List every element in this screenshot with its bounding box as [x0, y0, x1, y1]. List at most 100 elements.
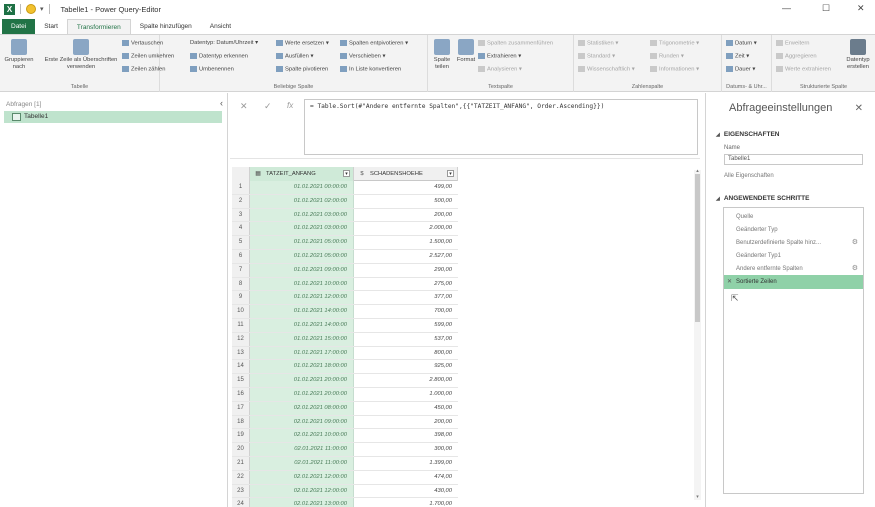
- fill-button[interactable]: Ausfüllen ▾: [276, 53, 313, 60]
- table-cell[interactable]: 01.01.2021 14:00:00: [250, 319, 354, 332]
- table-cell[interactable]: 01.01.2021 02:00:00: [250, 194, 354, 208]
- merge-columns-button[interactable]: Spalten zusammenführen: [478, 40, 553, 47]
- data-type-dropdown[interactable]: Datentyp: Datum/Uhrzeit ▾: [190, 40, 258, 46]
- table-row[interactable]: 18 02.01.2021 09:00:00 200,00: [232, 415, 458, 430]
- applied-step[interactable]: Quelle: [724, 210, 863, 224]
- smiley-feedback-icon[interactable]: [26, 4, 36, 14]
- column-filter-dropdown-icon[interactable]: ▾: [447, 170, 454, 177]
- extract-values-button[interactable]: Werte extrahieren: [776, 66, 831, 73]
- table-cell[interactable]: 700,00: [354, 305, 458, 318]
- applied-steps-section-header[interactable]: ◢ ANGEWENDETE SCHRITTE: [716, 195, 809, 202]
- table-row[interactable]: 15 01.01.2021 20:00:00 2.800,00: [232, 374, 458, 388]
- duration-button[interactable]: Dauer ▾: [726, 66, 755, 73]
- table-cell[interactable]: 01.01.2021 12:00:00: [250, 291, 354, 305]
- table-cell[interactable]: 499,00: [354, 181, 458, 194]
- convert-to-list-button[interactable]: In Liste konvertieren: [340, 66, 401, 73]
- gear-icon[interactable]: ⚙: [852, 236, 858, 250]
- statistics-button[interactable]: Statistiken ▾: [578, 40, 618, 47]
- all-properties-link[interactable]: Alle Eigenschaften: [724, 173, 774, 179]
- table-cell[interactable]: 377,00: [354, 291, 458, 304]
- table-cell[interactable]: 02.01.2021 10:00:00: [250, 429, 354, 443]
- table-row[interactable]: 20 02.01.2021 11:00:00 300,00: [232, 443, 458, 457]
- table-cell[interactable]: 537,00: [354, 333, 458, 346]
- table-row[interactable]: 17 02.01.2021 08:00:00 450,00: [232, 401, 458, 416]
- standard-button[interactable]: Standard ▾: [578, 53, 615, 60]
- table-row[interactable]: 16 01.01.2021 20:00:00 1.000,00: [232, 388, 458, 402]
- gear-icon[interactable]: ⚙: [852, 262, 858, 276]
- rounding-button[interactable]: Runden ▾: [650, 53, 684, 60]
- column-header-tatzeit-anfang[interactable]: ▦ TATZEIT_ANFANG ▾: [250, 167, 354, 181]
- table-cell[interactable]: 1.700,00: [354, 498, 458, 507]
- fx-icon[interactable]: fx: [287, 101, 293, 110]
- first-row-header-button[interactable]: Erste Zeile als Überschriften verwenden: [42, 39, 120, 71]
- query-name-input[interactable]: Tabelle1: [724, 154, 863, 165]
- table-cell[interactable]: 1.500,00: [354, 236, 458, 249]
- count-rows-button[interactable]: Zeilen zählen: [122, 66, 165, 73]
- table-row[interactable]: 12 01.01.2021 15:00:00 537,00: [232, 332, 458, 347]
- table-row[interactable]: 11 01.01.2021 14:00:00 599,00: [232, 319, 458, 333]
- cancel-formula-icon[interactable]: ✕: [240, 101, 248, 112]
- table-row[interactable]: 1 01.01.2021 00:00:00 499,00: [232, 181, 458, 195]
- vertical-scrollbar[interactable]: ▴ ▾: [694, 168, 701, 500]
- table-cell[interactable]: 500,00: [354, 195, 458, 208]
- table-cell[interactable]: 01.01.2021 10:00:00: [250, 277, 354, 291]
- table-cell[interactable]: 02.01.2021 13:00:00: [250, 498, 354, 507]
- grid-corner-table-icon[interactable]: [232, 167, 250, 181]
- scientific-button[interactable]: Wissenschaftlich ▾: [578, 66, 635, 73]
- table-cell[interactable]: 474,00: [354, 471, 458, 484]
- table-cell[interactable]: 01.01.2021 17:00:00: [250, 346, 354, 360]
- date-button[interactable]: Datum ▾: [726, 40, 757, 47]
- tab-add-column[interactable]: Spalte hinzufügen: [131, 19, 201, 34]
- tab-file[interactable]: Datei: [2, 19, 36, 34]
- table-cell[interactable]: 01.01.2021 03:00:00: [250, 222, 354, 236]
- table-row[interactable]: 4 01.01.2021 03:00:00 2.000,00: [232, 222, 458, 237]
- table-cell[interactable]: 02.01.2021 12:00:00: [250, 484, 354, 498]
- rename-button[interactable]: Umbenennen: [190, 66, 234, 73]
- table-cell[interactable]: 200,00: [354, 416, 458, 429]
- minimize-button[interactable]: —: [782, 3, 791, 13]
- unpivot-columns-button[interactable]: Spalten entpivotieren ▾: [340, 40, 408, 47]
- properties-section-header[interactable]: ◢ EIGENSCHAFTEN: [716, 131, 779, 138]
- table-cell[interactable]: 01.01.2021 05:00:00: [250, 250, 354, 263]
- table-cell[interactable]: 01.01.2021 03:00:00: [250, 208, 354, 222]
- tab-start[interactable]: Start: [35, 19, 67, 34]
- table-cell[interactable]: 599,00: [354, 319, 458, 332]
- column-header-schadenshoehe[interactable]: $ SCHADENSHOEHE ▾: [354, 167, 458, 181]
- table-cell[interactable]: 02.01.2021 11:00:00: [250, 457, 354, 470]
- table-cell[interactable]: 2.000,00: [354, 222, 458, 235]
- pivot-column-button[interactable]: Spalte pivotieren: [276, 66, 328, 73]
- scroll-down-arrow-icon[interactable]: ▾: [694, 494, 701, 500]
- table-row[interactable]: 22 02.01.2021 12:00:00 474,00: [232, 470, 458, 485]
- maximize-button[interactable]: ☐: [822, 3, 830, 14]
- table-cell[interactable]: 1.399,00: [354, 457, 458, 470]
- parse-button[interactable]: Analysieren ▾: [478, 66, 522, 73]
- close-pane-icon[interactable]: ✕: [855, 103, 863, 114]
- table-row[interactable]: 23 02.01.2021 12:00:00 430,00: [232, 484, 458, 499]
- quick-access-dropdown-icon[interactable]: ▾: [40, 5, 44, 13]
- table-cell[interactable]: 1.000,00: [354, 388, 458, 401]
- table-cell[interactable]: 01.01.2021 20:00:00: [250, 374, 354, 387]
- tab-view[interactable]: Ansicht: [201, 19, 240, 34]
- table-row[interactable]: 5 01.01.2021 05:00:00 1.500,00: [232, 236, 458, 250]
- delete-step-icon[interactable]: ✕: [727, 275, 732, 289]
- table-cell[interactable]: 275,00: [354, 278, 458, 291]
- table-cell[interactable]: 290,00: [354, 264, 458, 277]
- table-cell[interactable]: 01.01.2021 14:00:00: [250, 305, 354, 318]
- time-button[interactable]: Zeit ▾: [726, 53, 749, 60]
- table-cell[interactable]: 200,00: [354, 209, 458, 222]
- expand-button[interactable]: Erweitern: [776, 40, 809, 47]
- table-row[interactable]: 6 01.01.2021 05:00:00 2.527,00: [232, 250, 458, 264]
- applied-step[interactable]: Geänderter Typ: [724, 223, 863, 237]
- aggregate-button[interactable]: Aggregieren: [776, 53, 817, 60]
- trigonometry-button[interactable]: Trigonometrie ▾: [650, 40, 699, 47]
- table-cell[interactable]: 925,00: [354, 360, 458, 373]
- applied-step[interactable]: Andere entfernte Spalten ⚙: [724, 262, 863, 276]
- table-cell[interactable]: 2.527,00: [354, 250, 458, 263]
- table-cell[interactable]: 01.01.2021 00:00:00: [250, 181, 354, 194]
- table-cell[interactable]: 02.01.2021 08:00:00: [250, 401, 354, 415]
- table-cell[interactable]: 450,00: [354, 402, 458, 415]
- confirm-formula-icon[interactable]: ✓: [264, 101, 272, 112]
- transpose-button[interactable]: Vertauschen: [122, 40, 163, 47]
- detect-type-button[interactable]: Datentyp erkennen: [190, 53, 248, 60]
- table-row[interactable]: 10 01.01.2021 14:00:00 700,00: [232, 305, 458, 319]
